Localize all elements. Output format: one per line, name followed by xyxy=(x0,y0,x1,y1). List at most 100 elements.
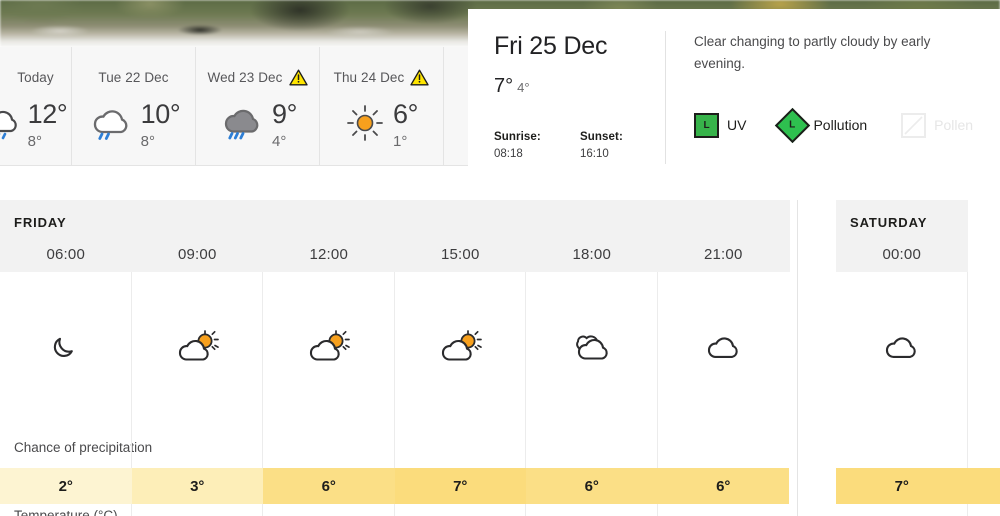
sunset-time: 16:10 xyxy=(580,148,609,160)
detail-high: 7° xyxy=(494,75,514,97)
cloud-icon xyxy=(658,324,790,370)
hour-time: 21:00 xyxy=(703,246,743,263)
day-temperatures: 12° 8° xyxy=(27,99,68,150)
hour-column-header[interactable]: 12:00 xyxy=(263,200,395,272)
pollution-badge[interactable]: L Pollution xyxy=(775,107,868,143)
day-header: Thu 24 Dec xyxy=(320,67,443,87)
day-card-thu-24-dec[interactable]: Thu 24 Dec 6° 1° xyxy=(320,47,444,165)
temperature-value: 3° xyxy=(190,477,205,495)
temperature-cell: 2° xyxy=(0,468,132,504)
temperature-value: 6° xyxy=(321,477,336,495)
day-temperatures: 9° 4° xyxy=(271,99,297,150)
temperature-bar-friday: 2° 3° 6° 7° 6° 6° xyxy=(0,468,790,504)
day-header: Today xyxy=(0,67,71,87)
day-header: Tue 22 Dec xyxy=(72,67,195,87)
cloud-rain-sun-icon xyxy=(0,104,20,147)
sunrise-time: 08:18 xyxy=(494,148,523,160)
day-header: Wed 23 Dec xyxy=(196,67,319,87)
sun-behind-cloud-icon xyxy=(395,324,526,370)
temperature-value: 6° xyxy=(716,477,731,495)
day-name: Tue 22 Dec xyxy=(98,69,169,85)
temperature-cell: 3° xyxy=(131,468,263,504)
air-quality-badges: L UV L Pollution Pollen xyxy=(694,107,1000,143)
temperature-value: 2° xyxy=(58,477,73,495)
hourly-header-friday: FRIDAY 06:00 09:00 12:00 15:00 18:00 21:… xyxy=(0,200,790,272)
day-card-tue-22-dec[interactable]: Tue 22 Dec 10° 8° xyxy=(72,47,196,165)
sun-behind-cloud-icon xyxy=(132,324,263,370)
day-card-today[interactable]: Today 12° 8° xyxy=(0,47,72,165)
hourly-header-saturday: SATURDAY 00:00 xyxy=(836,200,968,272)
day-high: 9° xyxy=(271,99,297,129)
cloud-heavy-rain-icon xyxy=(218,103,264,148)
day-name: Today xyxy=(17,69,54,85)
pollution-level-value: L xyxy=(789,119,797,131)
day-low: 1° xyxy=(392,133,408,150)
detail-date: Fri 25 Dec xyxy=(494,32,608,60)
hourly-time-row: 00:00 xyxy=(836,200,968,272)
temperature-value: 6° xyxy=(584,477,599,495)
cloud-rain-icon xyxy=(87,103,133,148)
hour-column-header[interactable]: 06:00 xyxy=(0,200,132,272)
sun-times: Sunrise: 08:18 Sunset: 16:10 xyxy=(494,131,666,160)
day-high: 12° xyxy=(27,99,68,129)
day-card-wed-23-dec[interactable]: Wed 23 Dec 9° 4° xyxy=(196,47,320,165)
uv-level-value: L xyxy=(703,119,710,131)
temperature-cell: 6° xyxy=(526,468,658,504)
hourly-forecast: FRIDAY 06:00 09:00 12:00 15:00 18:00 21:… xyxy=(0,200,1000,516)
weather-page: Today 12° 8° Tue 22 Dec 10° 8° Wed 23 De… xyxy=(0,0,1000,516)
day-body: 9° 4° xyxy=(196,101,319,149)
daily-forecast-strip: Today 12° 8° Tue 22 Dec 10° 8° Wed 23 De… xyxy=(0,47,470,166)
sunset-label: Sunset: xyxy=(580,131,623,143)
cloud-icon xyxy=(836,324,967,370)
sun-behind-cloud-icon xyxy=(263,324,394,370)
temperature-cell-partial xyxy=(968,468,1000,504)
pollen-badge: Pollen xyxy=(901,112,974,138)
day-low: 4° xyxy=(271,133,287,150)
detail-summary-column: Fri 25 Dec 7° 4° Sunrise: 08:18 Sunset: 1… xyxy=(468,9,666,172)
day-name: Wed 23 Dec xyxy=(207,69,283,85)
pollen-badge-label: Pollen xyxy=(934,117,974,134)
day-temperatures: 10° 8° xyxy=(140,99,181,150)
weather-warning-icon[interactable] xyxy=(288,69,308,86)
day-body: 6° 1° xyxy=(320,101,443,149)
sun-icon xyxy=(345,103,385,148)
temperature-cell: 7° xyxy=(394,468,526,504)
sunrise-block: Sunrise: 08:18 xyxy=(494,131,580,160)
day-body: 10° 8° xyxy=(72,101,195,149)
weather-warning-icon[interactable] xyxy=(410,69,430,86)
day-name: Thu 24 Dec xyxy=(333,69,405,85)
uv-level-icon: L xyxy=(694,112,719,138)
temperature-cell: 6° xyxy=(657,468,789,504)
sunset-block: Sunset: 16:10 xyxy=(580,131,666,160)
pollen-level-icon xyxy=(901,112,927,138)
pollution-level-icon: L xyxy=(775,107,811,143)
pollution-badge-label: Pollution xyxy=(813,117,868,134)
day-body: 12° 8° xyxy=(0,101,71,149)
detail-low: 4° xyxy=(517,80,530,95)
day-low: 8° xyxy=(140,133,156,150)
hour-column-header[interactable]: 00:00 xyxy=(836,200,968,272)
day-block-divider xyxy=(797,200,798,516)
hour-time: 18:00 xyxy=(572,246,612,263)
temperature-value: 7° xyxy=(453,477,468,495)
hourly-time-row: 06:00 09:00 12:00 15:00 18:00 21:00 xyxy=(0,200,790,272)
day-low: 8° xyxy=(27,133,43,150)
hour-column-header[interactable]: 21:00 xyxy=(658,200,790,272)
hour-column-header[interactable]: 09:00 xyxy=(132,200,264,272)
day-high: 10° xyxy=(140,99,181,129)
temperature-bar-saturday: 7° xyxy=(836,468,968,504)
sunrise-label: Sunrise: xyxy=(494,131,541,143)
uv-badge-label: UV xyxy=(727,117,747,134)
hour-column-header[interactable]: 15:00 xyxy=(395,200,527,272)
moon-icon xyxy=(0,324,131,370)
temperature-value: 7° xyxy=(894,477,909,495)
day-temperatures: 6° 1° xyxy=(392,99,418,150)
weather-summary-text: Clear changing to partly cloudy by early… xyxy=(694,34,931,71)
hour-column-header[interactable]: 18:00 xyxy=(526,200,658,272)
detail-description-column: Clear changing to partly cloudy by early… xyxy=(666,9,1000,172)
day-high: 6° xyxy=(392,99,418,129)
hour-time: 09:00 xyxy=(177,246,217,263)
uv-badge[interactable]: L UV xyxy=(694,112,747,138)
day-detail-panel: Fri 25 Dec 7° 4° Sunrise: 08:18 Sunset: 1… xyxy=(468,9,1000,172)
hour-time: 15:00 xyxy=(440,246,480,263)
